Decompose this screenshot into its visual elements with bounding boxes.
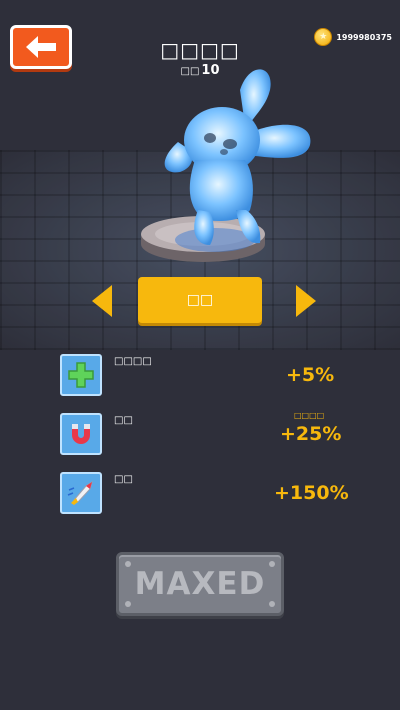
stat-value: +5% — [286, 364, 335, 386]
skin-name: □□□□ — [160, 38, 240, 62]
next-skin-arrow[interactable] — [296, 285, 316, 317]
maxed-label: MAXED — [134, 566, 266, 602]
stat-label: □□ — [114, 415, 133, 426]
stat-row-magnet: □□ □□□□ +25% — [0, 411, 400, 457]
stat-value: +25% — [280, 423, 342, 445]
stat-label: □□ — [114, 474, 133, 485]
select-skin-button[interactable]: □□ — [138, 277, 262, 323]
rivet-icon — [125, 601, 131, 607]
rivet-icon — [269, 601, 275, 607]
green-cross-icon — [60, 354, 102, 396]
stat-note: □□□□ — [294, 411, 325, 420]
rocket-icon — [60, 472, 102, 514]
stat-value: +150% — [274, 482, 349, 504]
previous-skin-arrow[interactable] — [92, 285, 112, 317]
ghost-dog-character — [164, 69, 311, 252]
rivet-icon — [269, 561, 275, 567]
stat-row-health: □□□□ +5% — [0, 354, 400, 398]
stat-label: □□□□ — [114, 356, 152, 367]
stat-row-rocket: □□ +150% — [0, 472, 400, 516]
rivet-icon — [125, 561, 131, 567]
magnet-icon — [60, 413, 102, 455]
maxed-button[interactable]: MAXED — [116, 552, 284, 616]
